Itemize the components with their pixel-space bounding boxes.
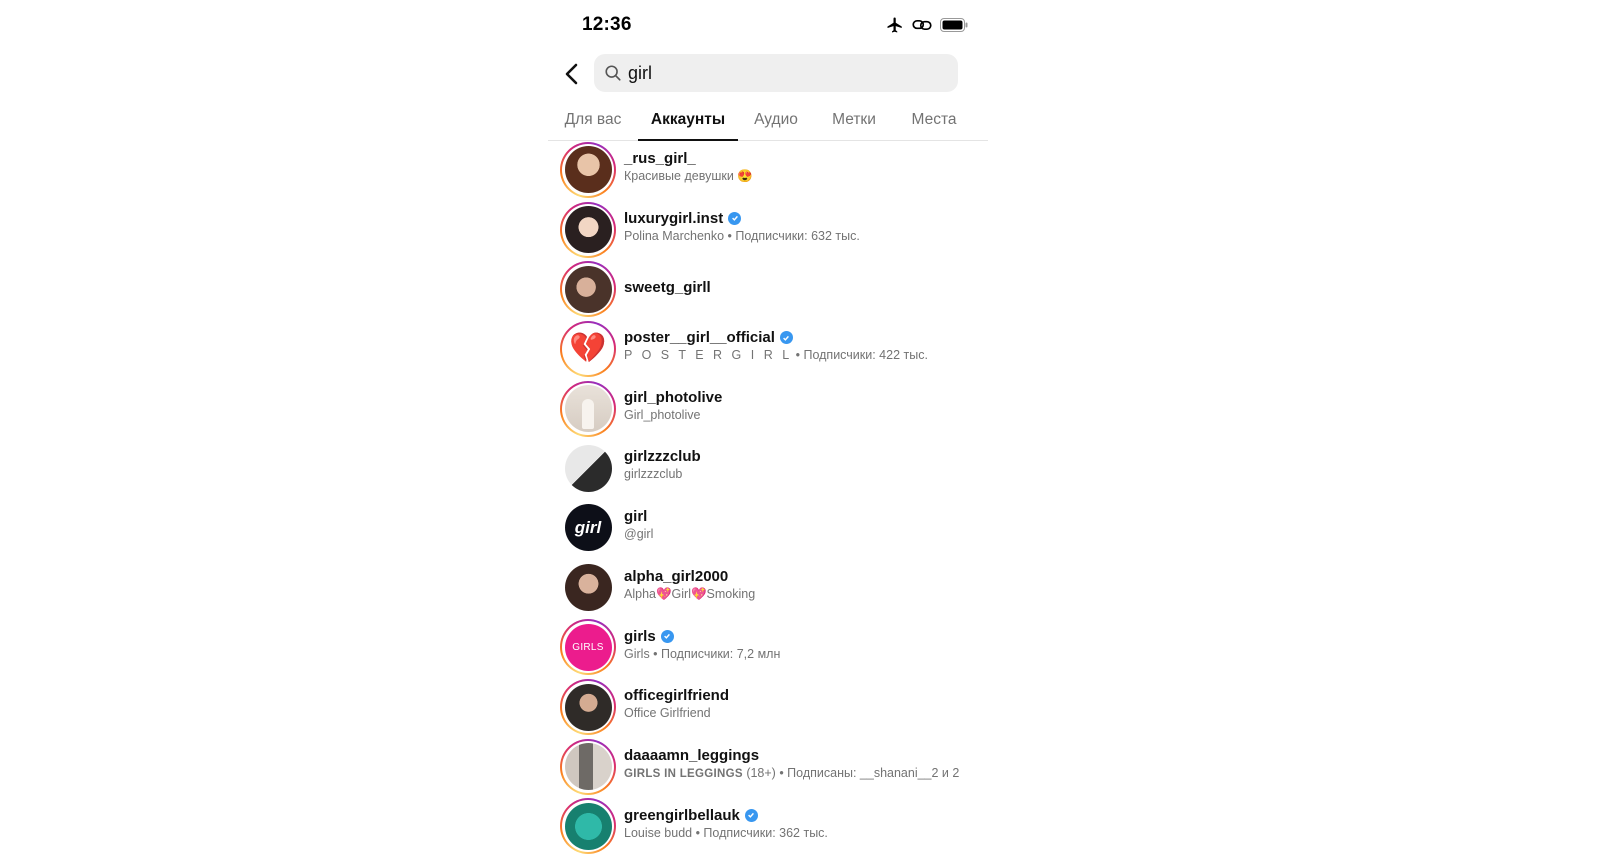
phone-screen: 12:36 Для вас Аккаунты Аудио Метки Места	[548, 0, 988, 858]
status-icons	[886, 16, 968, 34]
username: luxurygirl.inst	[624, 210, 980, 227]
username: girl	[624, 508, 648, 526]
broken-heart-icon: 💔	[569, 331, 607, 365]
username: sweetg_girll	[624, 279, 711, 297]
avatar[interactable]	[564, 385, 612, 433]
chevron-left-icon	[565, 63, 578, 85]
battery-icon	[940, 18, 968, 32]
list-item[interactable]: sweetg_girll	[548, 259, 988, 319]
username: daaaamn_leggings	[624, 746, 760, 764]
account-subtitle: GIRLS IN LEGGINGS (18+) • Подписаны: __s…	[624, 765, 960, 780]
list-item[interactable]: greengirlbellauk Louise budd • Подписчик…	[548, 797, 988, 857]
account-subtitle: Polina Marchenko • Подписчики: 632 тыс.	[624, 228, 860, 243]
search-icon	[605, 65, 621, 81]
account-subtitle: girlzzzclub	[624, 467, 683, 482]
avatar[interactable]: GIRLS	[564, 623, 612, 671]
account-subtitle: @girl	[624, 527, 654, 542]
account-subtitle: Alpha💖Girl💖Smoking	[624, 586, 756, 601]
story-ring	[560, 141, 616, 198]
list-item[interactable]: alpha_girl2000 Alpha💖Girl💖Smoking	[548, 558, 988, 618]
avatar[interactable]: girl	[564, 504, 612, 552]
story-ring	[560, 261, 616, 318]
avatar[interactable]: 💔	[564, 325, 612, 373]
status-time: 12:36	[582, 14, 632, 35]
story-ring	[560, 679, 616, 736]
avatar[interactable]	[564, 265, 612, 313]
tab-places[interactable]: Места	[894, 100, 974, 140]
list-item[interactable]: 💔 poster__girl__official P O S T E R G I…	[548, 319, 988, 379]
account-subtitle: Girl_photolive	[624, 407, 701, 422]
username: officegirlfriend	[624, 687, 730, 705]
search-input[interactable]	[628, 62, 948, 84]
avatar[interactable]	[564, 206, 612, 254]
account-subtitle: Girls • Подписчики: 7,2 млн	[624, 646, 781, 661]
story-ring	[560, 798, 616, 855]
story-ring: 💔	[560, 320, 616, 377]
avatar[interactable]	[564, 146, 612, 194]
list-item[interactable]: _rus_girl_ Красивые девушки 😍	[548, 140, 988, 200]
list-item[interactable]: GIRLS girls Girls • Подписчики: 7,2 млн	[548, 618, 988, 678]
username: girls	[624, 628, 980, 645]
list-item[interactable]: luxurygirl.inst Polina Marchenko • Подпи…	[548, 200, 988, 260]
avatar[interactable]	[564, 683, 612, 731]
account-subtitle: P O S T E R G I R L • Подписчики: 422 ты…	[624, 348, 928, 363]
username: poster__girl__official	[624, 329, 980, 346]
avatar-logo-text: GIRLS	[572, 641, 604, 653]
accounts-list: _rus_girl_ Красивые девушки 😍 luxurygirl…	[548, 140, 988, 856]
list-item[interactable]: daaaamn_leggings GIRLS IN LEGGINGS (18+)…	[548, 737, 988, 797]
story-ring	[560, 380, 616, 437]
username: greengirlbellauk	[624, 807, 980, 824]
avatar[interactable]	[564, 743, 612, 791]
verified-badge-icon	[744, 808, 758, 822]
avatar-logo-text: girl	[574, 517, 602, 537]
list-item[interactable]: girl girl @girl	[548, 498, 988, 558]
search-row	[548, 52, 988, 96]
tab-for-you[interactable]: Для вас	[548, 100, 638, 140]
tab-accounts[interactable]: Аккаунты	[638, 100, 738, 141]
story-ring	[560, 201, 616, 258]
avatar[interactable]	[564, 802, 612, 850]
username: _rus_girl_	[624, 150, 696, 167]
list-item[interactable]: girlzzzclub girlzzzclub	[548, 438, 988, 498]
tab-tags[interactable]: Метки	[814, 100, 894, 140]
username: girlzzzclub	[624, 448, 701, 466]
avatar[interactable]	[564, 564, 612, 612]
verified-badge-icon	[779, 331, 793, 345]
status-bar: 12:36	[548, 0, 988, 50]
airplane-icon	[886, 16, 904, 34]
tab-audio[interactable]: Аудио	[738, 100, 814, 140]
list-item[interactable]: girl_photolive Girl_photolive	[548, 379, 988, 439]
back-button[interactable]	[560, 60, 584, 88]
list-item[interactable]: officegirlfriend Office Girlfriend	[548, 677, 988, 737]
search-box[interactable]	[594, 54, 958, 92]
verified-badge-icon	[728, 211, 742, 225]
account-subtitle: Louise budd • Подписчики: 362 тыс.	[624, 825, 828, 840]
username: girl_photolive	[624, 388, 723, 406]
username: alpha_girl2000	[624, 567, 729, 585]
link-icon	[912, 18, 932, 32]
story-ring	[560, 738, 616, 795]
account-subtitle: Красивые девушки 😍	[624, 169, 753, 183]
verified-badge-icon	[660, 629, 674, 643]
story-ring: GIRLS	[560, 619, 616, 676]
account-subtitle: Office Girlfriend	[624, 706, 711, 721]
search-tabs: Для вас Аккаунты Аудио Метки Места	[548, 100, 988, 141]
avatar[interactable]	[564, 444, 612, 492]
